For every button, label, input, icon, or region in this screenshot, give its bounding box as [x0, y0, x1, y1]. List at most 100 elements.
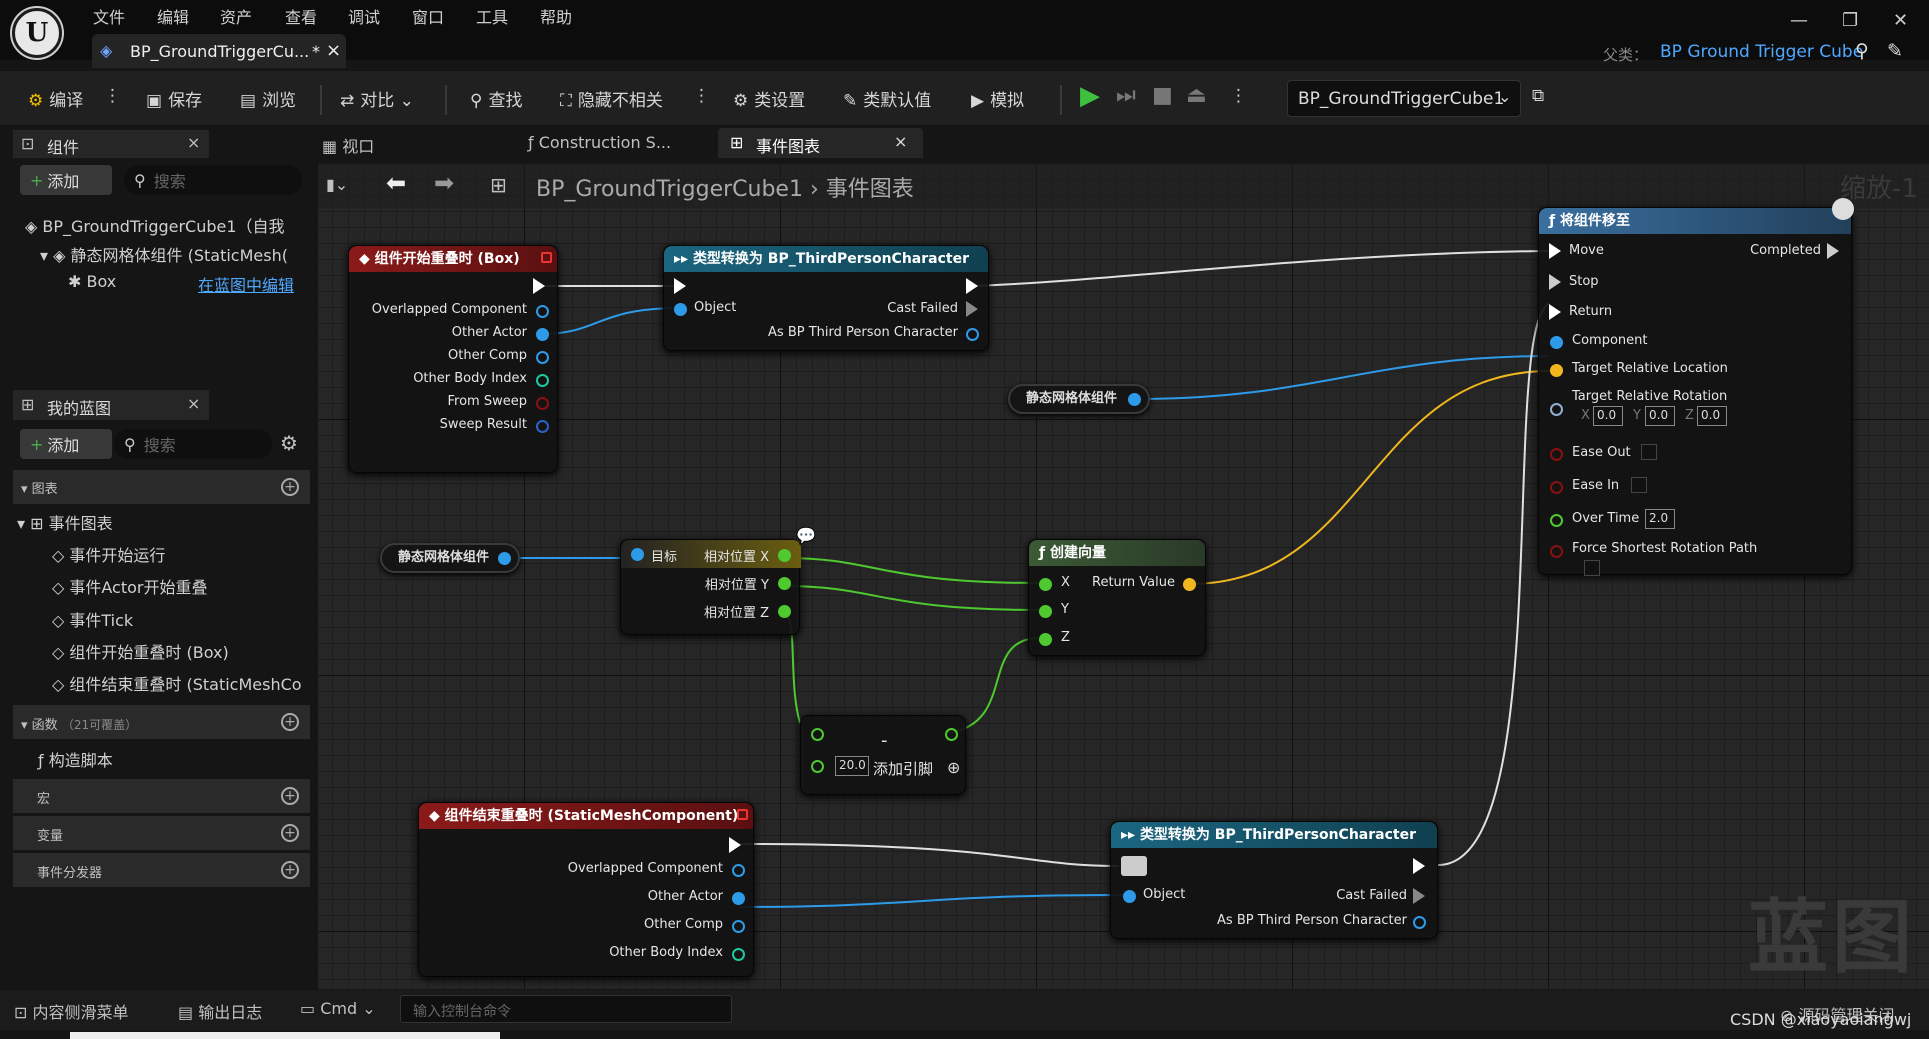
- tab-event-graph[interactable]: ⊞ 事件图表 ×: [718, 128, 923, 158]
- add-pin-label[interactable]: 添加引脚: [873, 758, 933, 779]
- output-pin[interactable]: [778, 577, 791, 590]
- edit-pencil-icon[interactable]: ✎: [1887, 40, 1903, 62]
- find-button[interactable]: ⚲ 查找: [470, 86, 522, 111]
- move-component-to-node[interactable]: ƒ 将组件移至 Move Completed Stop Return Compo…: [1538, 198, 1854, 576]
- output-pin[interactable]: [778, 549, 791, 562]
- subtract-node[interactable]: - 20.0 添加引脚 ⊕: [800, 715, 966, 795]
- section-variables[interactable]: 变量 +: [13, 816, 310, 850]
- output-pin[interactable]: [536, 374, 549, 387]
- value-input[interactable]: 20.0: [835, 756, 869, 776]
- add-component-button[interactable]: + 添加: [20, 165, 112, 195]
- input-pin[interactable]: [1550, 364, 1563, 377]
- add-graph-icon[interactable]: +: [281, 478, 299, 496]
- add-function-icon[interactable]: +: [281, 713, 299, 731]
- output-pin[interactable]: [498, 552, 511, 565]
- exec-in-pin[interactable]: [674, 278, 686, 294]
- event-node-end-overlap[interactable]: ◆ 组件结束重叠时 (StaticMeshComponent) Overlapp…: [418, 802, 754, 977]
- more-options-icon[interactable]: ⋮: [693, 86, 710, 106]
- delegate-pin-icon[interactable]: [737, 809, 748, 820]
- document-tab[interactable]: ◈ BP_GroundTriggerCu... * ×: [92, 34, 346, 68]
- event-node-begin-overlap[interactable]: ◆ 组件开始重叠时 (Box) Overlapped Component Oth…: [348, 245, 558, 473]
- exec-in-pin[interactable]: [1549, 304, 1561, 320]
- menu-view[interactable]: 查看: [285, 4, 317, 28]
- input-pin[interactable]: [811, 760, 824, 773]
- force-shortest-checkbox[interactable]: [1584, 560, 1600, 576]
- menu-asset[interactable]: 资产: [220, 4, 252, 28]
- output-pin[interactable]: [732, 920, 745, 933]
- add-variable-icon[interactable]: +: [281, 824, 299, 842]
- output-pin[interactable]: [1183, 578, 1196, 591]
- exec-in-pin[interactable]: [1549, 274, 1561, 290]
- input-pin[interactable]: [674, 303, 687, 316]
- add-dispatcher-icon[interactable]: +: [281, 861, 299, 879]
- tab-viewport[interactable]: ▦ 视口: [322, 133, 374, 157]
- exec-out-pin[interactable]: [966, 278, 978, 294]
- output-pin[interactable]: [1413, 916, 1426, 929]
- menu-tools[interactable]: 工具: [476, 4, 508, 28]
- close-window-button[interactable]: ✕: [1893, 10, 1908, 31]
- menu-edit[interactable]: 编辑: [157, 4, 189, 28]
- rotation-x-input[interactable]: 0.0: [1593, 406, 1623, 426]
- output-pin[interactable]: [1128, 393, 1141, 406]
- compile-button[interactable]: ⚙ 编译: [28, 86, 83, 111]
- output-pin[interactable]: [966, 328, 979, 341]
- exec-out-pin[interactable]: [1413, 888, 1425, 904]
- add-blueprint-item-button[interactable]: + 添加: [20, 429, 112, 459]
- input-pin[interactable]: [1550, 545, 1563, 558]
- my-blueprint-search-input[interactable]: ⚲ 搜索: [114, 429, 272, 459]
- close-panel-icon[interactable]: ×: [187, 394, 200, 413]
- restore-button[interactable]: ❐: [1842, 10, 1858, 31]
- static-mesh-variable-node[interactable]: 静态网格体组件: [1008, 384, 1150, 414]
- exec-out-pin[interactable]: [966, 301, 978, 317]
- output-pin[interactable]: [945, 728, 958, 741]
- hide-unrelated-button[interactable]: ⛶ 隐藏不相关: [560, 86, 663, 111]
- exec-in-pin-selected[interactable]: [1121, 856, 1147, 876]
- close-panel-icon[interactable]: ×: [187, 133, 200, 152]
- input-pin[interactable]: [1039, 578, 1052, 591]
- section-functions[interactable]: ▾ 函数 （21可覆盖） +: [13, 705, 310, 739]
- edit-in-blueprint-link[interactable]: 在蓝图中编辑: [198, 272, 294, 296]
- parent-class-link[interactable]: BP Ground Trigger Cube: [1660, 42, 1863, 62]
- minimize-button[interactable]: —: [1790, 10, 1808, 31]
- comment-bubble-icon[interactable]: 💬: [796, 526, 816, 545]
- output-pin[interactable]: [536, 305, 549, 318]
- input-pin[interactable]: [1039, 605, 1052, 618]
- get-relative-location-node[interactable]: 目标 相对位置 X 相对位置 Y 相对位置 Z: [620, 539, 801, 635]
- components-panel-tab[interactable]: ⊡ 组件 ×: [13, 130, 209, 158]
- event-item[interactable]: ◇ 组件结束重叠时 (StaticMeshCo: [52, 671, 308, 695]
- input-pin[interactable]: [1550, 514, 1563, 527]
- components-search-input[interactable]: ⚲ 搜索: [124, 165, 302, 195]
- output-pin[interactable]: [536, 351, 549, 364]
- event-graph-item[interactable]: ▾ ⊞ 事件图表: [17, 510, 113, 534]
- component-root[interactable]: ◈ BP_GroundTriggerCube1（自我: [25, 213, 285, 237]
- event-item[interactable]: ◇ 事件Tick: [52, 607, 133, 631]
- play-options-icon[interactable]: ⋮: [1230, 86, 1247, 106]
- section-dispatchers[interactable]: 事件分发器 +: [13, 853, 310, 887]
- close-tab-icon[interactable]: ×: [894, 132, 907, 151]
- ease-in-checkbox[interactable]: [1631, 477, 1647, 493]
- event-item[interactable]: ◇ 组件开始重叠时 (Box): [52, 639, 229, 663]
- input-pin[interactable]: [1123, 890, 1136, 903]
- event-item[interactable]: ◇ 事件开始运行: [52, 542, 165, 566]
- cast-node-1[interactable]: ▸▸ 类型转换为 BP_ThirdPersonCharacter Object …: [663, 245, 989, 351]
- unreal-logo-icon[interactable]: U: [12, 8, 62, 58]
- class-defaults-button[interactable]: ✎ 类默认值: [843, 86, 931, 111]
- search-icon[interactable]: ⚲: [1855, 40, 1869, 62]
- component-static-mesh[interactable]: ▾ ◈ 静态网格体组件 (StaticMesh(: [40, 242, 288, 266]
- content-drawer-button[interactable]: ⊡ 内容侧滑菜单: [14, 999, 129, 1023]
- simulate-button[interactable]: ▶ 模拟: [971, 86, 1024, 111]
- static-mesh-variable-node[interactable]: 静态网格体组件: [380, 543, 520, 573]
- class-settings-button[interactable]: ⚙ 类设置: [733, 86, 805, 111]
- output-pin[interactable]: [732, 864, 745, 877]
- tab-construction-script[interactable]: ƒ Construction S...: [528, 133, 671, 152]
- exec-out-pin[interactable]: [1827, 243, 1839, 259]
- compile-options-icon[interactable]: ⋮: [104, 86, 121, 106]
- output-pin[interactable]: [778, 605, 791, 618]
- add-macro-icon[interactable]: +: [281, 787, 299, 805]
- rotation-z-input[interactable]: 0.0: [1697, 406, 1727, 426]
- over-time-input[interactable]: 2.0: [1645, 509, 1675, 529]
- output-pin[interactable]: [732, 892, 745, 905]
- step-button[interactable]: ⏭: [1116, 83, 1136, 108]
- save-button[interactable]: ▣ 保存: [146, 86, 202, 111]
- debug-object-select[interactable]: BP_GroundTriggerCube1 ⌄: [1287, 80, 1521, 117]
